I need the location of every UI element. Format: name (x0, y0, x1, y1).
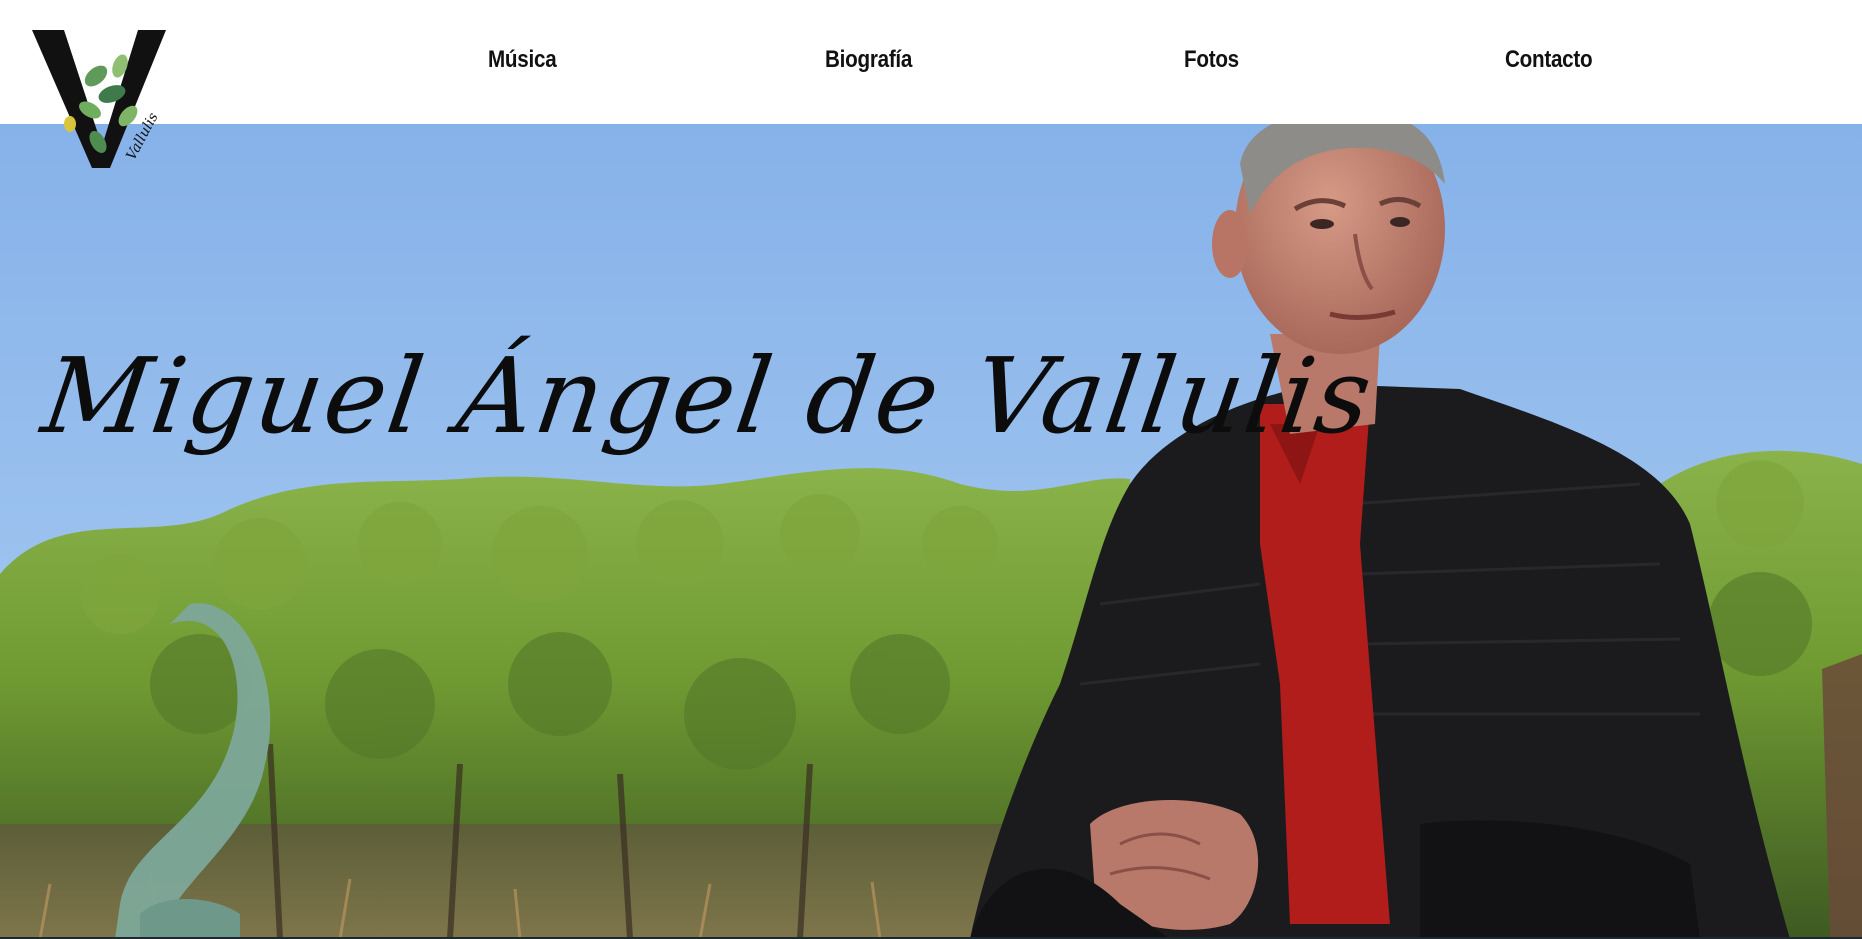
main-nav: Música Biografía Fotos Contacto (0, 0, 1862, 124)
nav-item-musica[interactable]: Música (488, 46, 557, 74)
hero-title: Miguel Ángel de Vallulis (35, 335, 1381, 457)
site-header: Música Biografía Fotos Contacto (0, 0, 1862, 124)
hero-banner: Miguel Ángel de Vallulis (0, 124, 1862, 939)
nav-item-contacto[interactable]: Contacto (1505, 46, 1593, 74)
nav-item-fotos[interactable]: Fotos (1184, 46, 1239, 74)
nav-item-biografia[interactable]: Biografía (825, 46, 912, 74)
logo-mark: Vallulis (32, 30, 166, 168)
hero-photo (0, 124, 1862, 939)
site-logo[interactable]: Vallulis (30, 26, 170, 171)
